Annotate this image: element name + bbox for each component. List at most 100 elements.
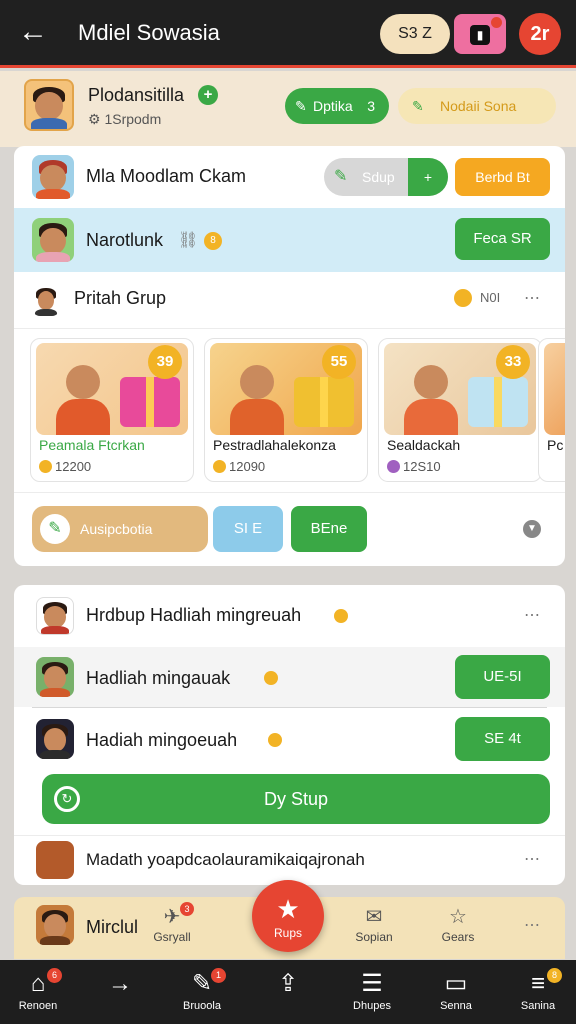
avatar (32, 284, 60, 316)
quick-item-gears[interactable]: ☆ Gears (426, 904, 490, 954)
toggle-plus: + (408, 158, 448, 196)
nav-share[interactable]: ⇪ (250, 968, 326, 1020)
coin-icon (213, 460, 226, 473)
nav-dhupes[interactable]: ☰ Dhupes (334, 968, 410, 1020)
gift-card[interactable]: 39 Peamala Ftcrkan 12200 (30, 338, 194, 482)
gift-card[interactable]: 33 Sealdackah 12S10 (378, 338, 542, 482)
nodaii-sona-button[interactable]: ✎ Nodaii Sona (398, 88, 556, 124)
nav-senna[interactable]: ▭ Senna (418, 968, 494, 1020)
panel2-header: Hrdbup Hadliah mingreuah ⋯ (14, 585, 565, 645)
gift-panel: Mla Moodlam Ckam Sdup ✎ + Berbd Bt Narot… (14, 146, 565, 566)
notification-button[interactable]: ▮ ? (454, 14, 506, 54)
panel-row-1: Mla Moodlam Ckam Sdup ✎ + Berbd Bt (14, 146, 565, 208)
nav-forward[interactable]: → (82, 968, 158, 1020)
feca-button[interactable]: Feca SR (455, 218, 550, 260)
share-icon: ⇪ (277, 970, 299, 997)
footer-text: Madath yoapdcaolauramikaiqajronah (86, 850, 365, 869)
gift-price: 12090 (229, 459, 266, 474)
gift-card[interactable]: 55 Pestradlahalekonza 12090 (204, 338, 368, 482)
leaf-icon: ✎ (412, 98, 424, 114)
gift-name: Sealdackah (387, 437, 461, 453)
coin-icon (39, 460, 52, 473)
gift-name: Peamala Ftcrkan (39, 437, 145, 453)
coin-icon (268, 733, 282, 747)
list-icon: ☰ (361, 970, 383, 997)
mail-icon: ✉ (365, 906, 383, 928)
add-icon[interactable]: + (198, 85, 218, 105)
refresh-icon: ↻ (54, 786, 80, 812)
arrow-icon: → (108, 970, 132, 997)
ausipcbotia-button[interactable]: ✎ Ausipcbotia (32, 506, 208, 552)
panel2-footer: Madath yoapdcaolauramikaiqajronah ⋯ (14, 837, 565, 885)
profile-strip: Plodansitilla + ⚙ 1Srpodm ✎ Dptika 3 ✎ N… (0, 71, 576, 147)
row-label: Hadiah mingoeuah (86, 730, 238, 750)
profile-name: Plodansitilla (88, 85, 185, 105)
dy-stup-button[interactable]: ↻ Dy Stup (42, 774, 550, 824)
avatar (36, 597, 74, 635)
menu-icon: ≡ (530, 970, 545, 997)
gift-card[interactable]: Pc (538, 338, 565, 482)
rups-fab-button[interactable]: ★ Rups (252, 880, 324, 952)
avatar (32, 218, 74, 262)
bene-button[interactable]: BEne (291, 506, 367, 552)
leaf-icon: ✎ (40, 514, 70, 544)
panel-row-3: Pritah Grup N0I ⋯ (14, 272, 565, 328)
star-icon: ★ (276, 894, 300, 924)
window-icon: ▭ (444, 970, 468, 997)
coin-icon (334, 609, 348, 623)
gift-box-icon (36, 841, 74, 879)
weekly-row: Hadliah mingauak UE-5I (14, 647, 565, 707)
avatar (36, 905, 74, 945)
gift-price: 12S10 (403, 459, 441, 474)
avatar (36, 719, 74, 759)
more-icon[interactable]: ⋯ (524, 915, 540, 935)
row-label: Mla Moodlam Ckam (86, 166, 247, 186)
quick-item-sopian[interactable]: ✉ Sopian (342, 904, 406, 954)
panel-row-2: Narotlunk ⛓ 8 Feca SR (14, 208, 565, 272)
nav-bruoola[interactable]: ✎ Bruoola 1 (164, 968, 240, 1020)
more-icon[interactable]: ⋯ (524, 849, 540, 869)
leaf-icon: ✎ (295, 98, 307, 114)
link-icon: ⛓ (178, 232, 199, 249)
gift-price: 12200 (55, 459, 92, 474)
more-icon[interactable]: ⋯ (524, 605, 540, 625)
leaf-icon: ✎ (191, 970, 213, 997)
coin-counter-pill[interactable]: S3 Z (380, 14, 450, 54)
avatar[interactable] (24, 79, 74, 131)
gift-image (544, 343, 565, 435)
avatar (32, 155, 74, 199)
price-badge: 33 (496, 345, 530, 379)
claim-button[interactable]: UE-5I (455, 655, 550, 699)
quick-item-gsryall[interactable]: ✈ Gsryall 3 (140, 902, 204, 954)
bottom-nav: ⌂ Renoen 6 → ✎ Bruoola 1 ⇪ ☰ Dhupes ▭ Se… (0, 960, 576, 1024)
profile-badge-button[interactable]: 2r (519, 13, 561, 55)
dptika-button[interactable]: ✎ Dptika 3 (285, 88, 389, 124)
gift-image: 33 (384, 343, 536, 435)
gift-name: Pestradlahalekonza (213, 437, 336, 453)
weekly-row: Hadiah mingoeuah SE 4t (14, 709, 565, 769)
row-label: Pritah Grup (74, 288, 167, 308)
notification-dot: ? (491, 17, 502, 28)
quick-label: Mirclul (86, 917, 138, 937)
section-title: Hrdbup Hadliah mingreuah (86, 605, 302, 625)
row-value: N0I (480, 290, 501, 305)
chevron-down-icon[interactable]: ▼ (523, 520, 541, 538)
rocket-icon: ✈ (163, 906, 181, 928)
si-e-button[interactable]: SI E (213, 506, 283, 552)
coin-icon: 8 (204, 232, 222, 250)
gift-image: 39 (36, 343, 188, 435)
nav-home[interactable]: ⌂ Renoen 6 (0, 968, 76, 1020)
berbd-button[interactable]: Berbd Bt (455, 158, 550, 196)
more-icon[interactable]: ⋯ (524, 288, 540, 308)
back-arrow-icon[interactable]: ← (18, 16, 50, 48)
coin-icon (454, 289, 472, 307)
top-bar: ← Mdiel Sowasia S3 Z ▮ ? 2r (0, 0, 576, 68)
page-title: Mdiel Sowasia (78, 20, 220, 45)
nav-sanina[interactable]: ≡ Sanina 8 (500, 968, 576, 1020)
price-badge: 55 (322, 345, 356, 379)
sdup-toggle[interactable]: Sdup ✎ + (324, 158, 448, 196)
leaf-icon: ✎ (334, 168, 348, 185)
price-badge: 39 (148, 345, 182, 379)
claim-button[interactable]: SE 4t (455, 717, 550, 761)
coin-icon (387, 460, 400, 473)
